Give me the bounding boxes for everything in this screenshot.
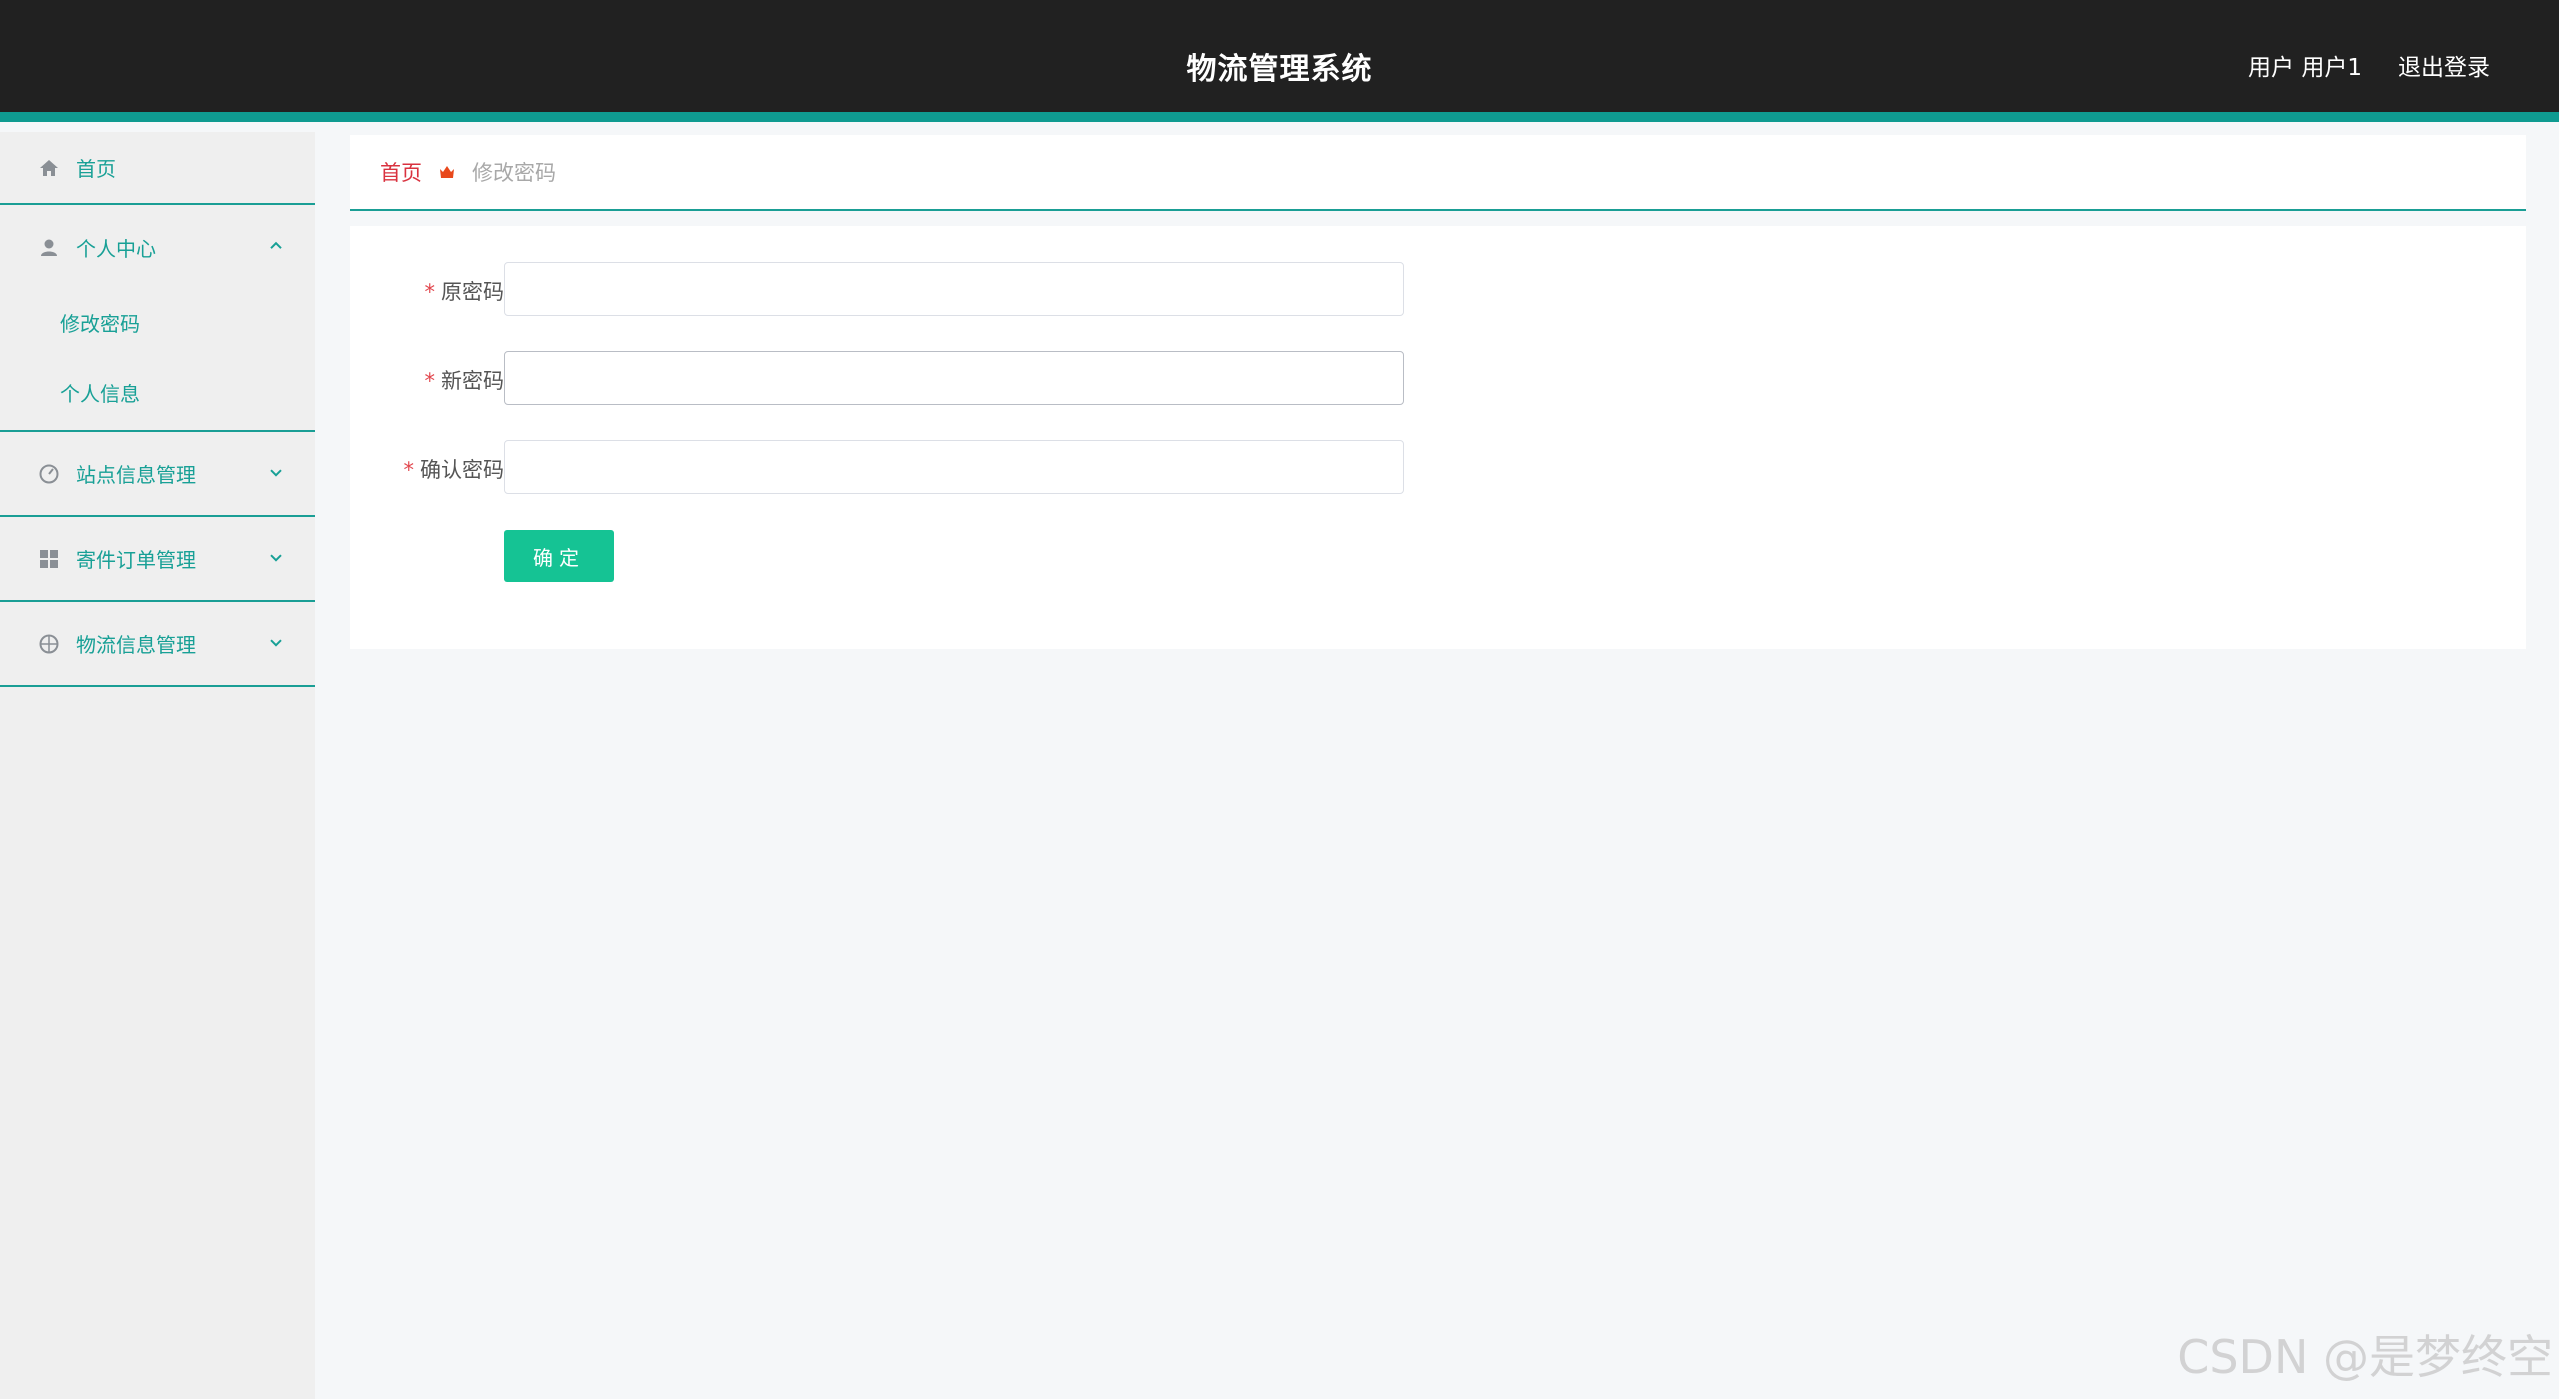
sidebar-item-label: 首页 <box>76 157 116 181</box>
confirm-password-label-text: 确认密码 <box>420 458 504 482</box>
sidebar-item-label: 寄件订单管理 <box>76 548 196 572</box>
sidebar-item-site-info[interactable]: 站点信息管理 <box>0 432 315 517</box>
required-mark: * <box>424 280 436 304</box>
system-title: 物流管理系统 <box>1186 52 1373 87</box>
breadcrumb-home-link[interactable]: 首页 <box>380 157 422 187</box>
sidebar-item-home[interactable]: 首页 <box>0 132 315 205</box>
sidebar-subitem-change-password[interactable]: 修改密码 <box>0 290 315 355</box>
confirm-password-field[interactable] <box>504 440 1404 494</box>
current-user-label: 用户 用户1 <box>2248 55 2362 81</box>
confirm-password-row: * 确认密码 <box>350 440 1410 494</box>
crown-icon <box>438 163 456 181</box>
chevron-down-icon <box>270 468 282 477</box>
user-icon <box>36 235 62 261</box>
sidebar-subitem-personal-info[interactable]: 个人信息 <box>0 355 315 430</box>
old-password-row: * 原密码 <box>350 262 1410 316</box>
old-password-label: * 原密码 <box>425 276 505 306</box>
new-password-field[interactable] <box>504 351 1404 405</box>
old-password-field[interactable] <box>504 262 1404 316</box>
sidebar-item-label: 物流信息管理 <box>76 633 196 657</box>
new-password-row: * 新密码 <box>350 351 1410 405</box>
home-icon <box>36 155 62 181</box>
sidebar-item-personal-center[interactable]: 个人中心 <box>0 205 315 290</box>
new-password-label-text: 新密码 <box>441 369 504 393</box>
breadcrumb: 首页 修改密码 <box>350 135 2526 211</box>
new-password-label: * 新密码 <box>425 365 505 395</box>
dashboard-icon <box>36 461 62 487</box>
required-mark: * <box>424 369 436 393</box>
old-password-label-text: 原密码 <box>441 280 504 304</box>
personal-center-group: 个人中心 修改密码 个人信息 <box>0 205 315 432</box>
chevron-up-icon <box>270 241 282 249</box>
chevron-down-icon <box>270 553 282 562</box>
required-mark: * <box>403 458 415 482</box>
sidebar-item-order-mgmt[interactable]: 寄件订单管理 <box>0 517 315 602</box>
change-password-form: * 原密码 * 新密码 * 确认密码 确定 <box>350 226 2526 649</box>
breadcrumb-current: 修改密码 <box>472 161 556 185</box>
sidebar-item-label: 站点信息管理 <box>76 463 196 487</box>
logout-link[interactable]: 退出登录 <box>2398 48 2490 82</box>
watermark: CSDN @是梦终空 <box>2177 1330 2553 1384</box>
confirm-button[interactable]: 确定 <box>504 530 614 582</box>
grid-icon <box>36 546 62 572</box>
top-header: 物流管理系统 用户 用户1 退出登录 <box>0 0 2559 122</box>
sidebar-item-logistics-info[interactable]: 物流信息管理 <box>0 602 315 687</box>
sidebar-item-label: 个人中心 <box>76 237 156 261</box>
chevron-down-icon <box>270 638 282 647</box>
compass-icon <box>36 631 62 657</box>
sidebar: 首页 个人中心 修改密码 个人信息 站点信息管理 寄件订单管理 物流信息管理 <box>0 132 315 1399</box>
user-area: 用户 用户1 退出登录 <box>2248 48 2490 82</box>
confirm-password-label: * 确认密码 <box>404 454 505 484</box>
